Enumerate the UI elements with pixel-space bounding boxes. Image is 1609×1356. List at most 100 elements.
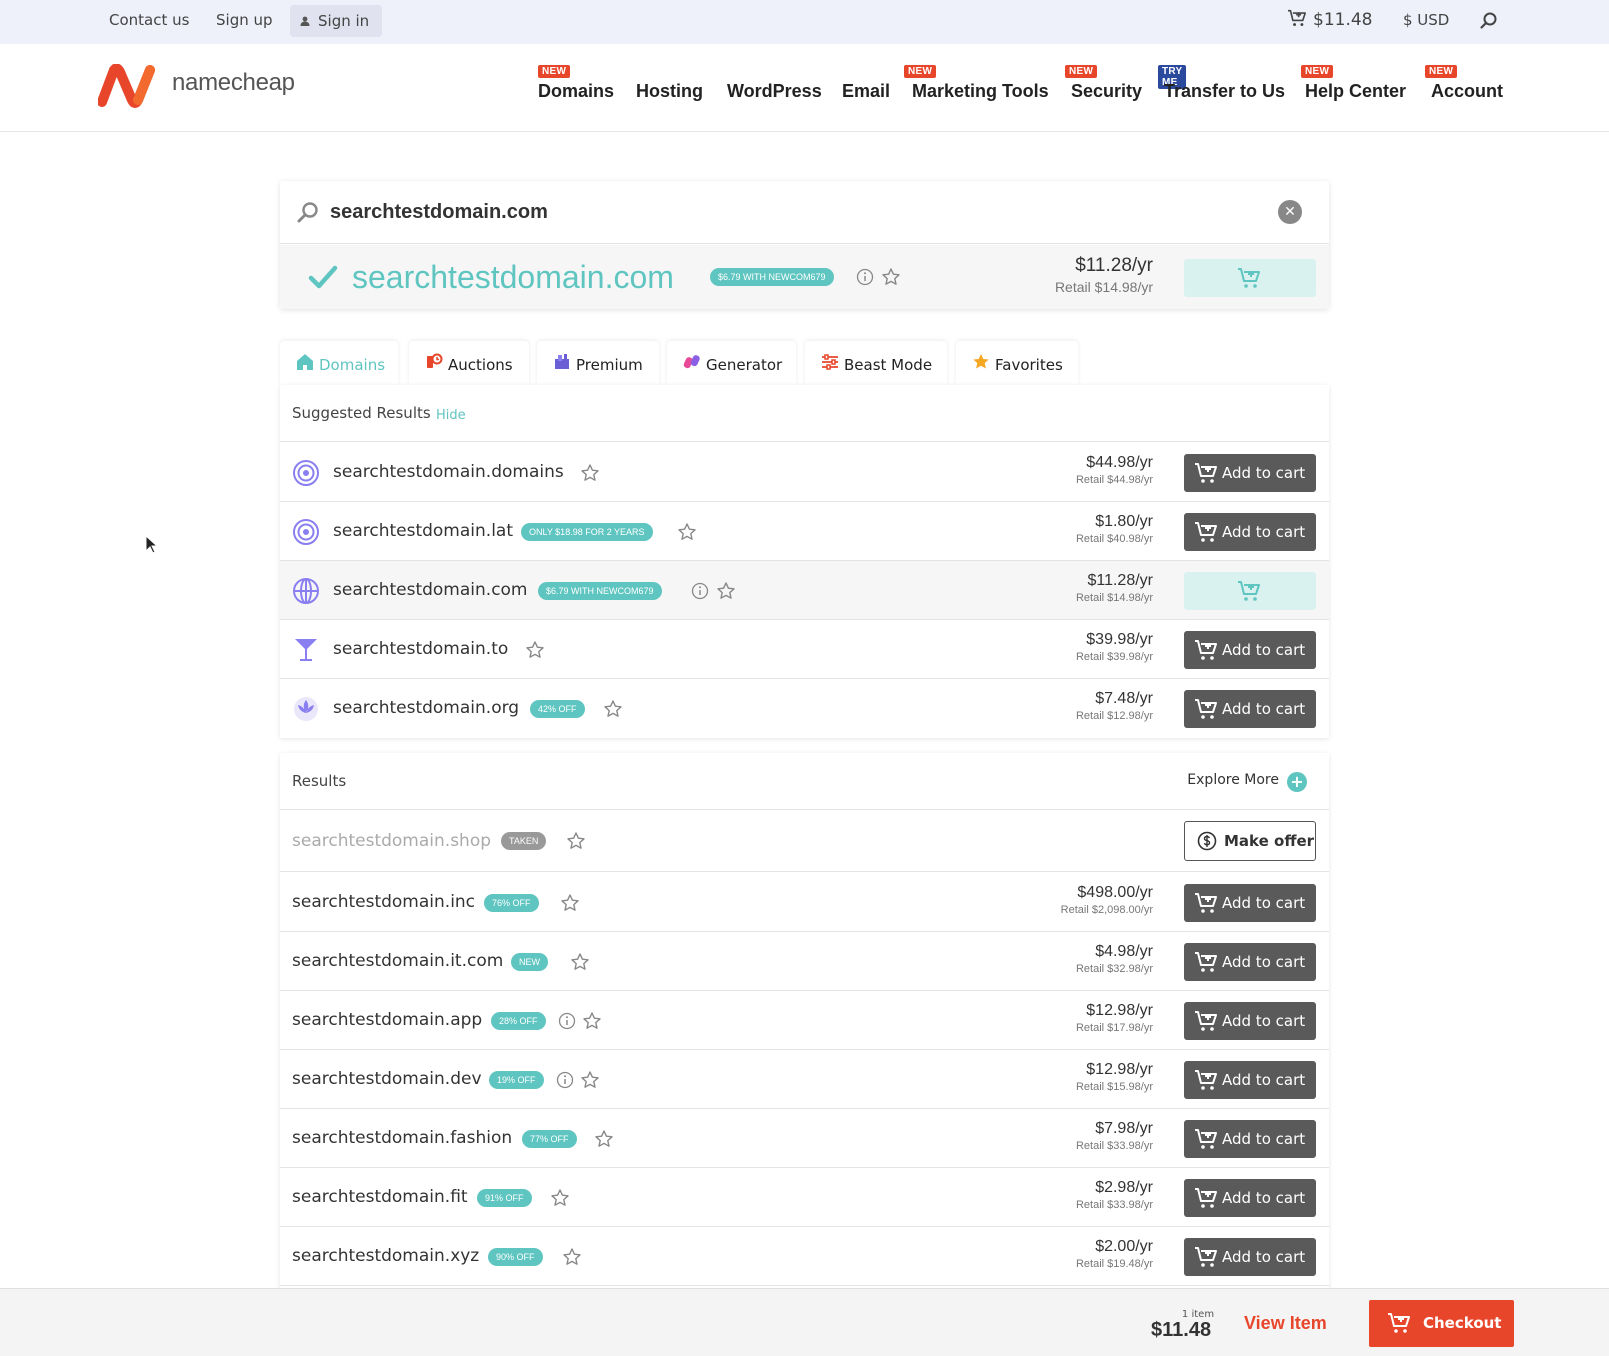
button-label: Checkout [1423,1314,1502,1332]
retail-price: Retail $14.98/yr [1054,279,1153,295]
logo-wordmark: namecheap [172,69,295,96]
add-to-cart-button[interactable]: Add to cart [1184,1179,1316,1217]
add-to-cart-button[interactable]: Add to cart [1184,884,1316,922]
exact-match-result: searchtestdomain.com $6.79 WITH NEWCOM67… [280,245,1329,309]
favorite-star-icon[interactable] [716,581,736,601]
add-to-cart-button[interactable]: Add to cart [1184,513,1316,551]
tab-domains[interactable]: Domains [280,341,398,385]
favorite-star-icon[interactable] [603,699,623,719]
button-label: Add to cart [1222,1189,1306,1207]
button-label: Add to cart [1222,523,1306,541]
generator-icon [683,355,700,369]
button-label: Add to cart [1222,1130,1306,1148]
domain-name[interactable]: searchtestdomain.fashion [292,1109,512,1168]
nav-badge: NEW [904,65,937,78]
add-to-cart-button[interactable]: Add to cart [1184,690,1316,728]
info-icon[interactable] [556,1071,574,1089]
header-cart-total: $11.48 [1313,10,1373,30]
sign-in-label: Sign in [318,12,370,30]
in-cart-button[interactable] [1184,259,1316,297]
make-offer-button[interactable]: Make offer [1184,821,1316,861]
cart-icon [1194,1128,1218,1150]
price-block: $12.98/yr Retail $17.98/yr [1076,1002,1153,1034]
domain-name[interactable]: searchtestdomain.inc [292,873,475,932]
explore-more-link[interactable]: Explore More + [1187,753,1307,808]
tab-favorites[interactable]: Favorites [956,341,1078,385]
domain-name[interactable]: searchtestdomain.org [333,679,519,738]
tab-label: Domains [319,356,386,374]
nav-label: Email [842,81,891,101]
tab-label: Favorites [995,356,1063,374]
favorite-star-icon[interactable] [582,1011,602,1031]
domain-name[interactable]: searchtestdomain.com [333,561,528,620]
exact-match-domain: searchtestdomain.com [352,259,674,295]
tab-auctions[interactable]: Auctions [409,341,529,385]
add-to-cart-button[interactable]: Add to cart [1184,1120,1316,1158]
domain-name[interactable]: searchtestdomain.app [292,991,482,1050]
promo-badge: 28% OFF [491,1012,546,1030]
price-block: $4.98/yr Retail $32.98/yr [1076,943,1153,975]
add-to-cart-button[interactable]: Add to cart [1184,454,1316,492]
favorite-star-icon[interactable] [550,1188,570,1208]
header-cart[interactable]: $11.48 [1287,0,1372,44]
favorite-star-icon[interactable] [525,640,545,660]
button-label: Add to cart [1222,641,1306,659]
favorite-star-icon[interactable] [566,831,586,851]
favorite-star-icon[interactable] [580,463,600,483]
currency-selector[interactable]: $ USD [1403,0,1449,44]
retail-price: Retail $39.98/yr [1075,651,1153,663]
price-block: $11.28/yr Retail $14.98/yr [1076,572,1153,604]
checkout-button[interactable]: Checkout [1369,1300,1514,1347]
tab-premium[interactable]: Premium [537,341,659,385]
add-to-cart-button[interactable]: Add to cart [1184,943,1316,981]
globe-icon [293,578,319,604]
add-to-cart-button[interactable]: Add to cart [1184,1002,1316,1040]
domain-name[interactable]: searchtestdomain.fit [292,1168,468,1227]
favorite-star-icon[interactable] [580,1070,600,1090]
contact-us-link[interactable]: Contact us [109,0,189,44]
tab-generator[interactable]: Generator [667,341,796,385]
add-to-cart-button[interactable]: Add to cart [1184,1061,1316,1099]
domain-name[interactable]: searchtestdomain.domains [333,443,564,502]
favorite-star-icon[interactable] [677,522,697,542]
price: $39.98/yr [1086,631,1153,648]
promo-badge: NEW [511,953,548,971]
nav-label: Help Center [1305,81,1407,101]
info-icon[interactable] [856,268,874,286]
add-to-cart-button[interactable]: Add to cart [1184,631,1316,669]
sign-in-button[interactable]: Sign in [290,5,382,37]
tab-label: Auctions [448,356,513,374]
info-icon[interactable] [691,582,709,600]
sign-up-link[interactable]: Sign up [216,0,273,44]
tab-beast-mode[interactable]: Beast Mode [805,341,947,385]
domain-name[interactable]: searchtestdomain.xyz [292,1227,479,1286]
domain-name[interactable]: searchtestdomain.lat [333,502,513,561]
add-to-cart-button[interactable]: Add to cart [1184,1238,1316,1276]
price: $7.48/yr [1095,690,1153,707]
search-icon[interactable] [1479,11,1499,31]
view-item-link[interactable]: View Item [1244,1289,1327,1356]
favorite-star-icon[interactable] [881,267,901,287]
favorite-star-icon[interactable] [562,1247,582,1267]
favorite-star-icon[interactable] [560,893,580,913]
suggested-results-panel: Suggested Results Hide searchtestdomain.… [280,385,1329,738]
domain-name[interactable]: searchtestdomain.it.com [292,932,503,991]
clear-search-button[interactable]: ✕ [1278,200,1302,224]
domain-name[interactable]: searchtestdomain.to [333,620,508,679]
cocktail-icon [295,639,317,661]
hide-suggestions-link[interactable]: Hide [436,387,466,444]
favorite-star-icon[interactable] [594,1129,614,1149]
button-label: Add to cart [1222,1012,1306,1030]
favorite-star-icon[interactable] [570,952,590,972]
in-cart-button[interactable] [1184,572,1316,610]
cart-added-icon [1237,267,1261,289]
info-icon[interactable] [558,1012,576,1030]
user-icon [300,16,310,26]
cart-summary-bar: 1 item $11.48 View Item Checkout [0,1288,1609,1356]
offer-icon [1197,831,1217,851]
domain-name[interactable]: searchtestdomain.dev [292,1050,482,1109]
promo-badge: 19% OFF [489,1071,544,1089]
search-input[interactable]: searchtestdomain.com ✕ [280,181,1329,244]
retail-price: Retail $12.98/yr [1075,710,1153,722]
namecheap-logo[interactable]: namecheap [97,63,308,108]
